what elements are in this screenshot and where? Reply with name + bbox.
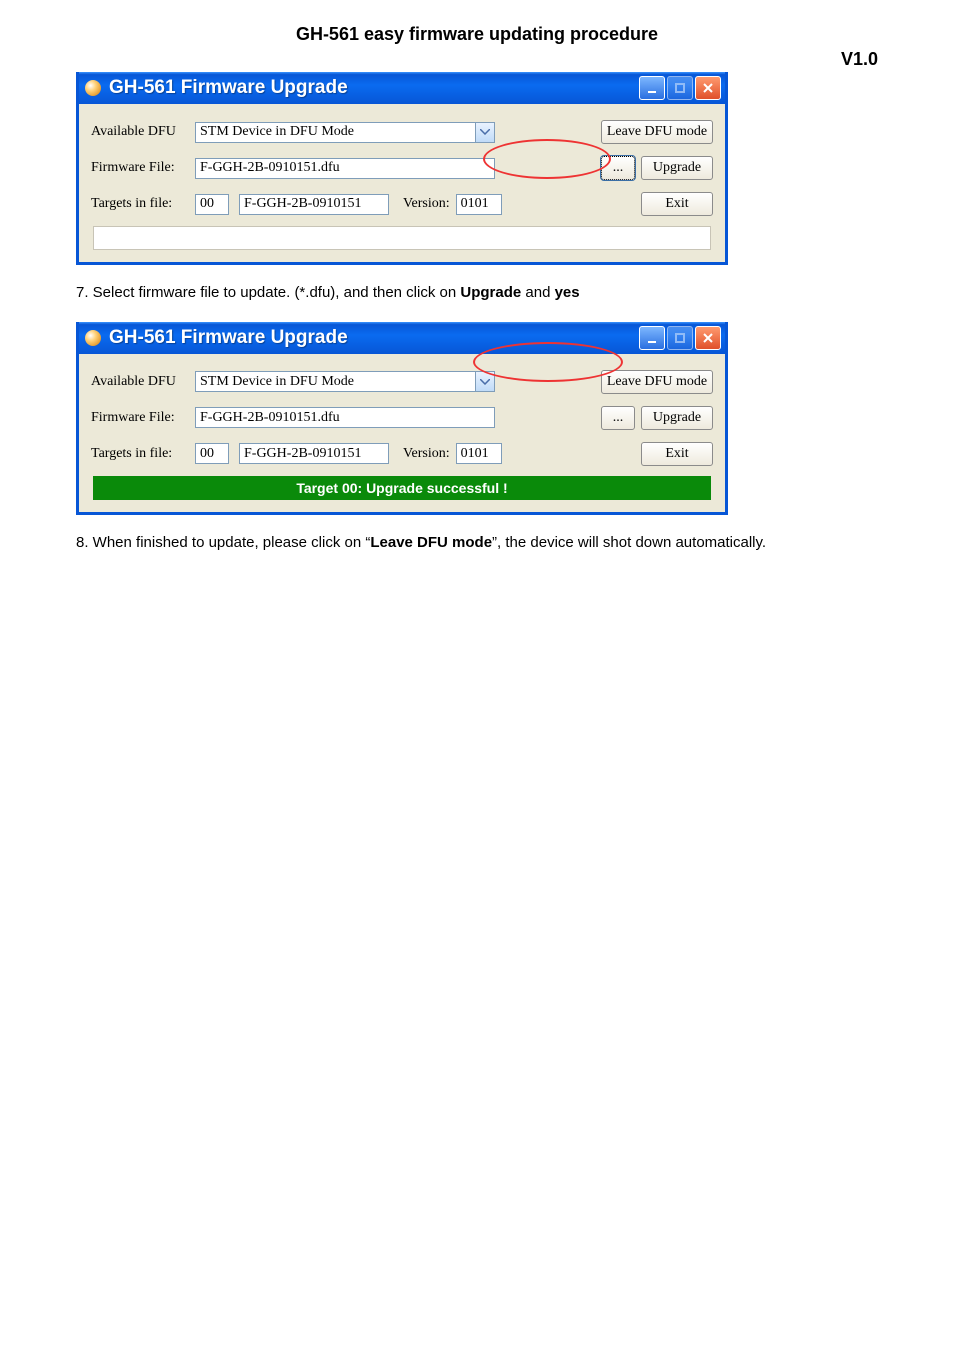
- available-dfu-value: STM Device in DFU Mode: [195, 371, 475, 392]
- maximize-button[interactable]: [667, 76, 693, 100]
- exit-button[interactable]: Exit: [641, 442, 713, 466]
- chevron-down-icon[interactable]: [475, 371, 495, 392]
- available-dfu-label: Available DFU: [91, 374, 195, 390]
- step-7-text: 7. Select firmware file to update. (*.df…: [76, 279, 878, 308]
- step-8-text: 8. When finished to update, please click…: [76, 529, 878, 558]
- firmware-upgrade-window-1: GH-561 Firmware Upgrade Available DFU ST…: [76, 72, 728, 265]
- available-dfu-label: Available DFU: [91, 124, 195, 140]
- browse-button[interactable]: ...: [601, 156, 635, 180]
- chevron-down-icon[interactable]: [475, 122, 495, 143]
- close-button[interactable]: [695, 76, 721, 100]
- minimize-button[interactable]: [639, 326, 665, 350]
- browse-button[interactable]: ...: [601, 406, 635, 430]
- version-label: Version:: [403, 446, 450, 462]
- target-version: 0101: [456, 194, 502, 215]
- firmware-file-label: Firmware File:: [91, 160, 195, 176]
- firmware-file-value: F-GGH-2B-0910151.dfu: [195, 407, 495, 428]
- app-icon: [85, 80, 101, 96]
- window-title: GH-561 Firmware Upgrade: [109, 327, 639, 349]
- targets-label: Targets in file:: [91, 446, 195, 462]
- firmware-file-label: Firmware File:: [91, 410, 195, 426]
- titlebar[interactable]: GH-561 Firmware Upgrade: [79, 322, 725, 354]
- available-dfu-value: STM Device in DFU Mode: [195, 122, 475, 143]
- page-title: GH-561 easy firmware updating procedure: [76, 24, 878, 45]
- target-index: 00: [195, 194, 229, 215]
- window-title: GH-561 Firmware Upgrade: [109, 77, 639, 99]
- upgrade-button[interactable]: Upgrade: [641, 406, 713, 430]
- upgrade-button[interactable]: Upgrade: [641, 156, 713, 180]
- firmware-upgrade-window-2: GH-561 Firmware Upgrade Available DFU ST…: [76, 322, 728, 515]
- available-dfu-dropdown[interactable]: STM Device in DFU Mode: [195, 122, 495, 143]
- version-label: Version:: [403, 196, 450, 212]
- maximize-button[interactable]: [667, 326, 693, 350]
- target-name: F-GGH-2B-0910151: [239, 443, 389, 464]
- firmware-file-value: F-GGH-2B-0910151.dfu: [195, 158, 495, 179]
- close-button[interactable]: [695, 326, 721, 350]
- target-index: 00: [195, 443, 229, 464]
- status-bar-success: Target 00: Upgrade successful !: [93, 476, 711, 500]
- targets-label: Targets in file:: [91, 196, 195, 212]
- version-tag: V1.0: [76, 49, 878, 70]
- app-icon: [85, 330, 101, 346]
- available-dfu-dropdown[interactable]: STM Device in DFU Mode: [195, 371, 495, 392]
- status-bar: [93, 226, 711, 250]
- leave-dfu-button[interactable]: Leave DFU mode: [601, 370, 713, 394]
- titlebar[interactable]: GH-561 Firmware Upgrade: [79, 72, 725, 104]
- minimize-button[interactable]: [639, 76, 665, 100]
- target-name: F-GGH-2B-0910151: [239, 194, 389, 215]
- target-version: 0101: [456, 443, 502, 464]
- leave-dfu-button[interactable]: Leave DFU mode: [601, 120, 713, 144]
- exit-button[interactable]: Exit: [641, 192, 713, 216]
